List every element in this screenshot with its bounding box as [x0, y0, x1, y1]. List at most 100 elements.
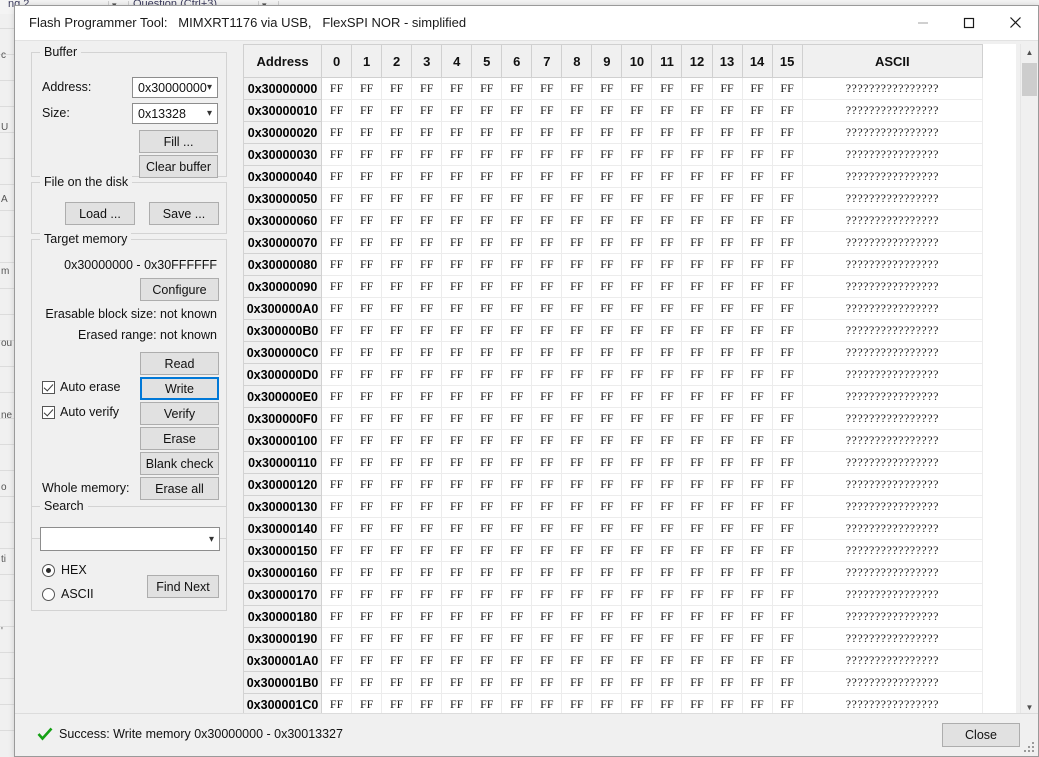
- hex-table-row[interactable]: 0x30000110FFFFFFFFFFFFFFFFFFFFFFFFFFFFFF…: [244, 452, 983, 474]
- hex-byte-cell[interactable]: FF: [412, 100, 442, 122]
- hex-byte-cell[interactable]: FF: [562, 650, 592, 672]
- hex-byte-cell[interactable]: FF: [472, 276, 502, 298]
- hex-byte-cell[interactable]: FF: [772, 320, 802, 342]
- hex-byte-cell[interactable]: FF: [682, 122, 712, 144]
- hex-byte-cell[interactable]: FF: [382, 364, 412, 386]
- hex-ascii-cell[interactable]: ????????????????: [802, 606, 982, 628]
- hex-byte-cell[interactable]: FF: [652, 430, 682, 452]
- hex-byte-cell[interactable]: FF: [682, 78, 712, 100]
- hex-byte-cell[interactable]: FF: [322, 430, 352, 452]
- hex-byte-cell[interactable]: FF: [472, 606, 502, 628]
- hex-byte-cell[interactable]: FF: [352, 540, 382, 562]
- hex-byte-cell[interactable]: FF: [562, 496, 592, 518]
- hex-ascii-cell[interactable]: ????????????????: [802, 386, 982, 408]
- hex-byte-cell[interactable]: FF: [322, 650, 352, 672]
- hex-byte-cell[interactable]: FF: [502, 298, 532, 320]
- hex-byte-cell[interactable]: FF: [472, 144, 502, 166]
- hex-byte-cell[interactable]: FF: [652, 650, 682, 672]
- hex-byte-cell[interactable]: FF: [352, 276, 382, 298]
- hex-byte-cell[interactable]: FF: [592, 166, 622, 188]
- hex-byte-cell[interactable]: FF: [412, 496, 442, 518]
- hex-byte-cell[interactable]: FF: [772, 408, 802, 430]
- hex-byte-cell[interactable]: FF: [502, 210, 532, 232]
- hex-byte-cell[interactable]: FF: [322, 100, 352, 122]
- hex-byte-cell[interactable]: FF: [352, 100, 382, 122]
- hex-byte-cell[interactable]: FF: [592, 606, 622, 628]
- hex-byte-cell[interactable]: FF: [352, 232, 382, 254]
- hex-byte-cell[interactable]: FF: [562, 254, 592, 276]
- hex-byte-cell[interactable]: FF: [532, 232, 562, 254]
- hex-byte-cell[interactable]: FF: [652, 166, 682, 188]
- hex-byte-cell[interactable]: FF: [322, 584, 352, 606]
- hex-byte-cell[interactable]: FF: [772, 78, 802, 100]
- hex-byte-cell[interactable]: FF: [682, 166, 712, 188]
- hex-byte-cell[interactable]: FF: [532, 144, 562, 166]
- hex-byte-cell[interactable]: FF: [772, 628, 802, 650]
- hex-byte-cell[interactable]: FF: [502, 430, 532, 452]
- hex-byte-cell[interactable]: FF: [442, 232, 472, 254]
- hex-byte-cell[interactable]: FF: [652, 122, 682, 144]
- hex-byte-cell[interactable]: FF: [592, 188, 622, 210]
- hex-ascii-cell[interactable]: ????????????????: [802, 122, 982, 144]
- hex-byte-cell[interactable]: FF: [322, 144, 352, 166]
- hex-byte-cell[interactable]: FF: [442, 584, 472, 606]
- hex-byte-cell[interactable]: FF: [562, 342, 592, 364]
- erase-button[interactable]: Erase: [140, 427, 219, 450]
- hex-byte-cell[interactable]: FF: [442, 474, 472, 496]
- hex-byte-cell[interactable]: FF: [532, 628, 562, 650]
- hex-byte-cell[interactable]: FF: [682, 540, 712, 562]
- hex-header-byte-15[interactable]: 15: [772, 45, 802, 78]
- save-button[interactable]: Save ...: [149, 202, 219, 225]
- hex-byte-cell[interactable]: FF: [742, 298, 772, 320]
- hex-byte-cell[interactable]: FF: [712, 210, 742, 232]
- hex-byte-cell[interactable]: FF: [772, 232, 802, 254]
- hex-byte-cell[interactable]: FF: [532, 298, 562, 320]
- hex-byte-cell[interactable]: FF: [712, 122, 742, 144]
- hex-byte-cell[interactable]: FF: [622, 100, 652, 122]
- hex-byte-cell[interactable]: FF: [712, 540, 742, 562]
- hex-byte-cell[interactable]: FF: [682, 584, 712, 606]
- hex-byte-cell[interactable]: FF: [442, 320, 472, 342]
- hex-header-byte-11[interactable]: 11: [652, 45, 682, 78]
- hex-byte-cell[interactable]: FF: [442, 650, 472, 672]
- hex-byte-cell[interactable]: FF: [742, 518, 772, 540]
- hex-byte-cell[interactable]: FF: [742, 672, 772, 694]
- hex-ascii-cell[interactable]: ????????????????: [802, 188, 982, 210]
- hex-byte-cell[interactable]: FF: [682, 386, 712, 408]
- hex-byte-cell[interactable]: FF: [502, 232, 532, 254]
- hex-byte-cell[interactable]: FF: [472, 562, 502, 584]
- hex-byte-cell[interactable]: FF: [502, 144, 532, 166]
- hex-byte-cell[interactable]: FF: [322, 254, 352, 276]
- hex-byte-cell[interactable]: FF: [322, 298, 352, 320]
- hex-byte-cell[interactable]: FF: [712, 386, 742, 408]
- clear-buffer-button[interactable]: Clear buffer: [139, 155, 218, 178]
- hex-byte-cell[interactable]: FF: [712, 430, 742, 452]
- hex-byte-cell[interactable]: FF: [322, 474, 352, 496]
- hex-byte-cell[interactable]: FF: [412, 122, 442, 144]
- hex-byte-cell[interactable]: FF: [682, 606, 712, 628]
- hex-byte-cell[interactable]: FF: [412, 144, 442, 166]
- hex-header-byte-2[interactable]: 2: [382, 45, 412, 78]
- hex-byte-cell[interactable]: FF: [712, 584, 742, 606]
- hex-byte-cell[interactable]: FF: [442, 166, 472, 188]
- hex-byte-cell[interactable]: FF: [652, 584, 682, 606]
- hex-byte-cell[interactable]: FF: [382, 628, 412, 650]
- hex-byte-cell[interactable]: FF: [622, 364, 652, 386]
- hex-byte-cell[interactable]: FF: [472, 430, 502, 452]
- hex-byte-cell[interactable]: FF: [502, 562, 532, 584]
- write-button[interactable]: Write: [140, 377, 219, 400]
- hex-byte-cell[interactable]: FF: [622, 496, 652, 518]
- hex-byte-cell[interactable]: FF: [532, 474, 562, 496]
- hex-byte-cell[interactable]: FF: [652, 210, 682, 232]
- hex-byte-cell[interactable]: FF: [592, 650, 622, 672]
- hex-byte-cell[interactable]: FF: [742, 320, 772, 342]
- hex-byte-cell[interactable]: FF: [352, 320, 382, 342]
- hex-byte-cell[interactable]: FF: [352, 188, 382, 210]
- hex-byte-cell[interactable]: FF: [412, 298, 442, 320]
- hex-byte-cell[interactable]: FF: [412, 430, 442, 452]
- hex-table-row[interactable]: 0x300001A0FFFFFFFFFFFFFFFFFFFFFFFFFFFFFF…: [244, 650, 983, 672]
- hex-byte-cell[interactable]: FF: [322, 364, 352, 386]
- hex-byte-cell[interactable]: FF: [472, 408, 502, 430]
- hex-table-row[interactable]: 0x30000170FFFFFFFFFFFFFFFFFFFFFFFFFFFFFF…: [244, 584, 983, 606]
- hex-table-row[interactable]: 0x30000050FFFFFFFFFFFFFFFFFFFFFFFFFFFFFF…: [244, 188, 983, 210]
